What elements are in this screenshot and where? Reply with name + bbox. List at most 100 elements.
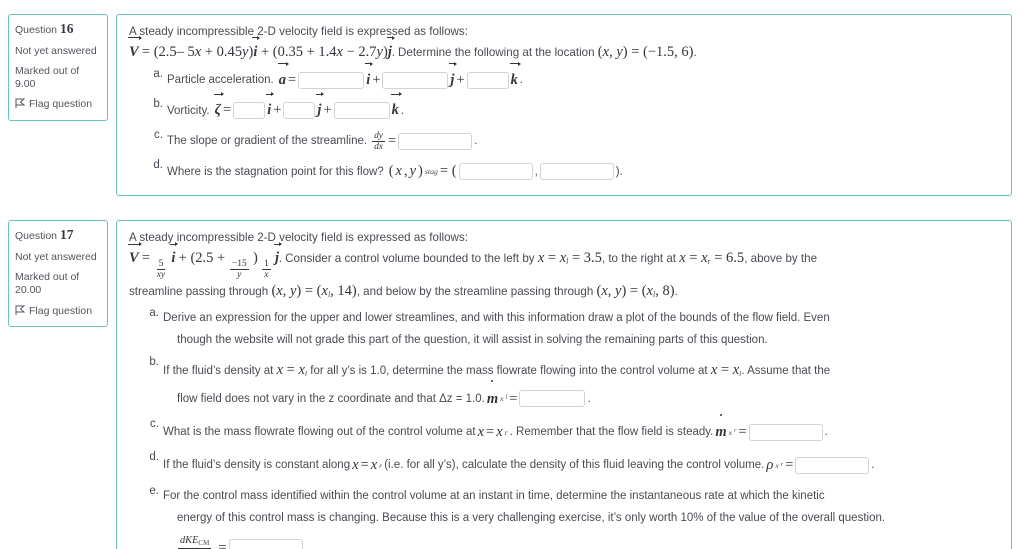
marks-value: 9.00 <box>15 78 36 91</box>
answer-input-b-k[interactable] <box>333 102 390 120</box>
answer-input-a-j[interactable] <box>382 72 449 89</box>
flag-icon <box>15 98 26 112</box>
question-block-16: Question 16 Not yet answered Marked out … <box>8 14 1012 197</box>
answer-input-c-slope[interactable] <box>398 132 473 150</box>
question-info-panel-17: Question 17 Not yet answered Marked out … <box>8 220 108 328</box>
answer-input-d-y[interactable] <box>539 163 614 181</box>
question-part-c-17: c. What is the mass flowrate flowing out… <box>147 413 999 446</box>
part-b-text: Vorticity. <box>167 104 210 117</box>
marks-value: 20.00 <box>15 284 42 297</box>
question-label: Question <box>15 230 58 243</box>
part-b-text-c: . Assume that the <box>741 365 831 378</box>
part-d-separator: , <box>534 165 538 178</box>
minus-fifteen-over-y-fraction: −15 y <box>229 259 249 281</box>
question-part-c-16: c. The slope or gradient of the streamli… <box>151 129 999 154</box>
question-content-16: A steady incompressible 2-D velocity fie… <box>116 14 1012 197</box>
question-content-17: A steady incompressible 2-D velocity fie… <box>116 220 1012 549</box>
part-body: The slope or gradient of the streamline.… <box>167 130 478 152</box>
question-intro-17: A steady incompressible 2-D velocity fie… <box>129 231 468 245</box>
part-body: If the fluid’s density is constant along… <box>163 451 999 479</box>
part-body: Particle acceleration. a = i + j + k. <box>167 61 999 93</box>
part-body: Where is the stagnation point for this f… <box>167 159 999 184</box>
part-a-text: Particle acceleration. <box>167 74 274 87</box>
part-c-text-b: . Remember that the flow field is steady… <box>509 425 714 438</box>
part-letter: a. <box>153 67 163 80</box>
part-body: For the control mass identified within t… <box>163 485 999 549</box>
question-number-row: Question 17 <box>15 227 101 244</box>
dke-dt-fraction: dKECM dt <box>178 535 212 549</box>
marked-out-of-label: Marked out of <box>15 271 80 284</box>
part-b-text-a: If the fluid’s density at <box>163 365 277 378</box>
part-c-text: The slope or gradient of the streamline. <box>167 135 368 148</box>
part-letter: d. <box>153 158 163 171</box>
question-formula-tail-16: Determine the following at the location … <box>398 43 697 60</box>
question-part-a-16: a. Particle acceleration. a = i + j + k. <box>151 61 999 93</box>
part-a-line-2: though the website will not grade this p… <box>177 334 768 347</box>
answer-input-d-x[interactable] <box>458 163 533 181</box>
part-body: Derive an expression for the upper and l… <box>163 307 999 352</box>
part-d-text-b: (i.e. for all y’s), calculate the densit… <box>384 459 765 472</box>
flag-question-button-17[interactable]: Flag question <box>15 305 101 319</box>
question-label: Question <box>15 24 58 36</box>
marked-out-of-label: Marked out of <box>15 65 80 77</box>
part-letter: a. <box>149 306 159 319</box>
part-letter: b. <box>149 356 159 369</box>
answer-input-e-dke-dt[interactable] <box>228 539 303 549</box>
answer-input-b-j[interactable] <box>283 102 316 120</box>
question-block-17: Question 17 Not yet answered Marked out … <box>8 220 1012 549</box>
part-body: If the fluid’s density at x = xl for all… <box>163 356 999 413</box>
five-over-xy-fraction: 5 xy <box>156 259 166 281</box>
part-d-trailing: . <box>871 459 875 472</box>
part-e-trailing: . <box>304 541 308 549</box>
part-d-text-a: If the fluid’s density is constant along <box>163 459 351 472</box>
question-status: Not yet answered <box>15 44 97 57</box>
flag-question-label: Flag question <box>29 98 93 111</box>
dy-dx-fraction: dy dx <box>372 130 385 152</box>
question-part-e-17: e. For the control mass identified withi… <box>147 485 999 549</box>
answer-input-a-k[interactable] <box>466 72 509 89</box>
part-b-line-2-text: flow field does not vary in the z coordi… <box>177 392 485 405</box>
part-b-trailing: . <box>587 392 591 405</box>
question-marks: Marked out of 20.00 <box>15 271 101 297</box>
question-part-b-17: b. If the fluid’s density at x = xl for … <box>147 356 999 413</box>
question-number: 16 <box>59 21 74 36</box>
one-over-x-fraction: 1x <box>262 259 271 281</box>
question-marks: Marked out of 9.00 <box>15 65 101 91</box>
answer-input-b-i[interactable] <box>233 102 266 120</box>
question-body-line-1-17: Consider a control volume bounded to the… <box>285 250 818 267</box>
answer-input-d-density-right[interactable] <box>795 456 870 474</box>
flag-question-label: Flag question <box>29 304 93 317</box>
question-info-panel-16: Question 16 Not yet answered Marked out … <box>8 14 108 121</box>
question-body-line-2-17: streamline passing through (x, y) = (xl,… <box>129 282 678 299</box>
part-d-trailing: ). <box>615 165 623 178</box>
question-part-d-17: d. If the fluid’s density is constant al… <box>147 451 999 479</box>
question-number-row: Question 16 <box>15 21 101 38</box>
question-status: Not yet answered <box>15 251 97 264</box>
part-letter: b. <box>153 98 163 111</box>
part-letter: d. <box>149 451 159 464</box>
question-parts-16: a. Particle acceleration. a = i+ j+ k. <box>129 61 999 185</box>
answer-input-c-mdot-right[interactable] <box>748 423 823 441</box>
part-letter: e. <box>149 484 159 497</box>
part-c-trailing: . <box>824 425 828 438</box>
question-parts-17: a. Derive an expression for the upper an… <box>129 307 999 549</box>
question-part-d-16: d. Where is the stagnation point for thi… <box>151 159 999 184</box>
question-part-a-17: a. Derive an expression for the upper an… <box>147 307 999 352</box>
part-d-text: Where is the stagnation point for this f… <box>167 165 384 178</box>
part-body: Vorticity. ζ = i + j + k. <box>167 92 999 123</box>
flag-question-button-16[interactable]: Flag question <box>15 98 101 112</box>
part-letter: c. <box>154 128 163 141</box>
part-c-text-a: What is the mass flowrate flowing out of… <box>163 425 476 438</box>
answer-input-a-i[interactable] <box>298 72 365 89</box>
flag-icon <box>15 305 26 319</box>
part-b-text-b: for all y’s is 1.0, determine the mass f… <box>307 365 711 378</box>
part-a-line-1: Derive an expression for the upper and l… <box>163 311 830 324</box>
question-formula-17: V = 5 xy i + (2.5 + −15 y ) 1x j. Consider… <box>128 242 818 281</box>
part-letter: c. <box>150 418 159 431</box>
part-e-line-2: energy of this control mass is changing.… <box>177 511 886 524</box>
question-part-b-16: b. Vorticity. ζ = i + j + k. <box>151 92 999 123</box>
answer-input-b-mdot-left[interactable] <box>519 390 586 408</box>
question-number: 17 <box>59 227 74 243</box>
part-c-trailing: . <box>474 135 478 148</box>
part-e-line-1: For the control mass identified within t… <box>163 489 825 502</box>
